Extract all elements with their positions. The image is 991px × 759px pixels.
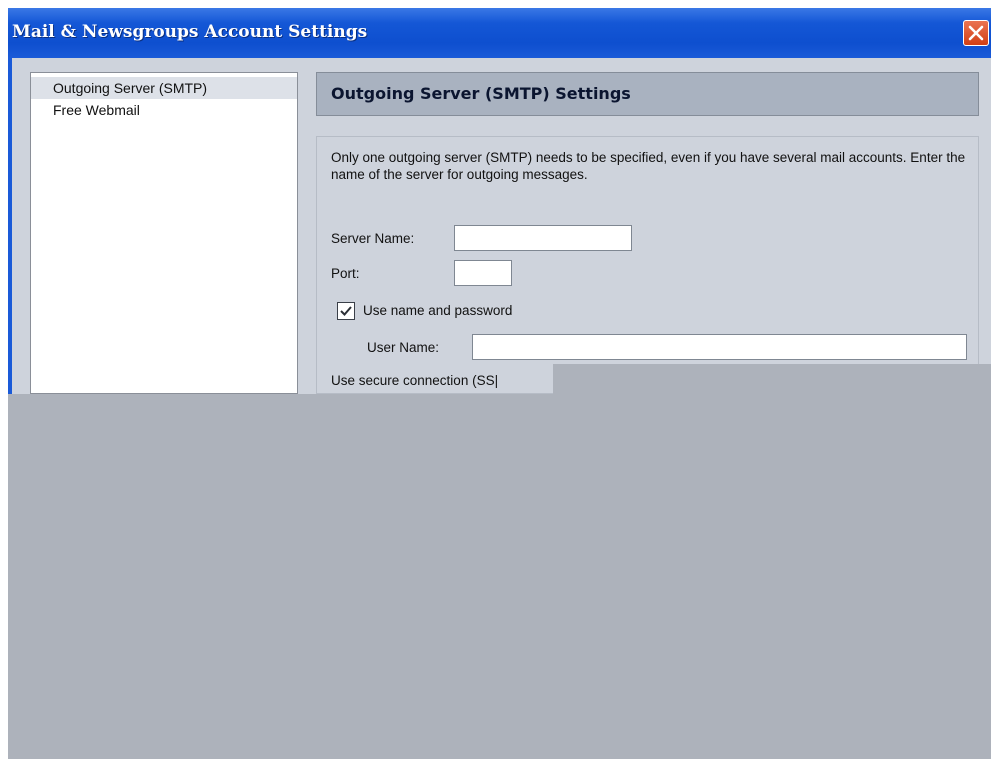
server-name-label: Server Name:: [331, 231, 415, 246]
secure-connection-label: Use secure connection (SS|: [331, 373, 499, 388]
dialog-content: Outgoing Server (SMTP) Free Webmail Outg…: [8, 58, 991, 394]
sidebar-item-label: Outgoing Server (SMTP): [53, 80, 208, 96]
port-label: Port:: [331, 266, 360, 281]
sidebar-item-label: Free Webmail: [53, 102, 140, 118]
sidebar-item-outgoing-server[interactable]: Outgoing Server (SMTP): [31, 77, 297, 99]
use-auth-checkbox[interactable]: [337, 302, 355, 320]
use-auth-label: Use name and password: [363, 303, 513, 318]
sidebar-item-free-webmail[interactable]: Free Webmail: [31, 99, 297, 121]
panel-title: Outgoing Server (SMTP) Settings: [331, 84, 631, 103]
panel-header: Outgoing Server (SMTP) Settings: [316, 72, 979, 116]
account-list: Outgoing Server (SMTP) Free Webmail: [30, 72, 298, 394]
account-settings-window: Mail & Newsgroups Account Settings Outgo…: [8, 8, 991, 759]
smtp-description: Only one outgoing server (SMTP) needs to…: [331, 150, 966, 182]
close-button[interactable]: [963, 20, 989, 46]
gray-occlusion-lower: [8, 394, 991, 759]
user-name-label: User Name:: [367, 340, 440, 355]
port-field[interactable]: [454, 260, 512, 286]
server-name-field[interactable]: [454, 225, 632, 251]
close-icon: [968, 25, 984, 41]
window-title: Mail & Newsgroups Account Settings: [12, 22, 368, 42]
checkmark-icon: [340, 306, 352, 316]
title-bar[interactable]: Mail & Newsgroups Account Settings: [8, 8, 991, 58]
smtp-settings-panel: Only one outgoing server (SMTP) needs to…: [316, 136, 979, 394]
gray-occlusion: [553, 364, 991, 394]
window-left-border: [8, 58, 12, 394]
user-name-field[interactable]: [472, 334, 967, 360]
